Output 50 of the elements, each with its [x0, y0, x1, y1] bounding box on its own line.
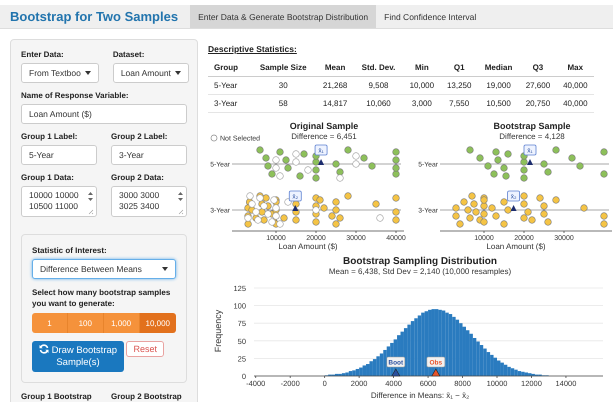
chart-title: Bootstrap Sampling Distribution: [343, 256, 497, 267]
field-label: Enter Data:: [21, 50, 65, 59]
table-cell: 19,000: [478, 76, 520, 94]
field-label: Name of Response Variable:: [21, 91, 130, 100]
table-cell: 9,508: [354, 76, 404, 94]
column-header: Min: [403, 59, 441, 76]
chart-subtitle: Difference = 4,128: [499, 132, 565, 141]
column-header: Max: [556, 59, 594, 76]
table-cell: 3-Year: [208, 94, 250, 112]
column-header: Mean: [316, 59, 354, 76]
axis-title: Frequency: [213, 310, 223, 352]
table-cell: 27,600: [519, 76, 557, 94]
chart-subtitle: Mean = 6,438, Std Dev = 2,140 (10,000 resamples): [328, 267, 512, 276]
table-cell: 13,250: [440, 76, 478, 94]
field-label: Group 1 Data:: [21, 173, 75, 182]
column-header: Q1: [440, 59, 478, 76]
section-title: Descriptive Statistics:: [208, 44, 297, 54]
table-cell: 10,500: [478, 94, 520, 112]
field-label: Select how many bootstrap samples you want to generate:: [32, 287, 172, 309]
table-cell: 7,550: [440, 94, 478, 112]
field-label: Group 2 Bootstrap: [111, 392, 183, 401]
table-cell: 10,060: [354, 94, 404, 112]
chart-title: Original Sample: [290, 121, 358, 131]
table-cell: 5-Year: [208, 76, 250, 94]
column-header: Std. Dev.: [354, 59, 404, 76]
column-header: Q3: [519, 59, 557, 76]
app-title: Bootstrap for Two Samples: [9, 9, 180, 24]
field-label: Group 2 Label:: [111, 132, 168, 141]
table-cell: 40,000: [556, 76, 594, 94]
field-label: Group 2 Data:: [111, 173, 165, 182]
column-header: Sample Size: [250, 59, 316, 76]
axis-title: Difference in Means: x̄₁ − x̄₂: [370, 391, 470, 400]
field-label: Group 1 Label:: [21, 132, 78, 141]
table-cell: 58: [250, 94, 316, 112]
axis-title: Loan Amount ($): [278, 242, 338, 251]
field-label: Statistic of Interest:: [32, 246, 108, 255]
table-cell: 14,817: [316, 94, 354, 112]
table-cell: 30: [250, 76, 316, 94]
table-cell: 21,268: [316, 76, 354, 94]
table-cell: 3,000: [403, 94, 441, 112]
table-cell: 10,000: [403, 76, 441, 94]
column-header: Group: [208, 59, 250, 76]
chart-subtitle: Difference = 6,451: [291, 132, 357, 141]
column-header: Median: [478, 59, 520, 76]
axis-title: Loan Amount ($): [486, 242, 546, 251]
field-label: Group 1 Bootstrap: [21, 392, 93, 401]
chart-title: Bootstrap Sample: [494, 121, 570, 131]
table-cell: 40,000: [556, 94, 594, 112]
table-cell: 20,750: [519, 94, 557, 112]
field-label: Dataset:: [112, 50, 146, 59]
